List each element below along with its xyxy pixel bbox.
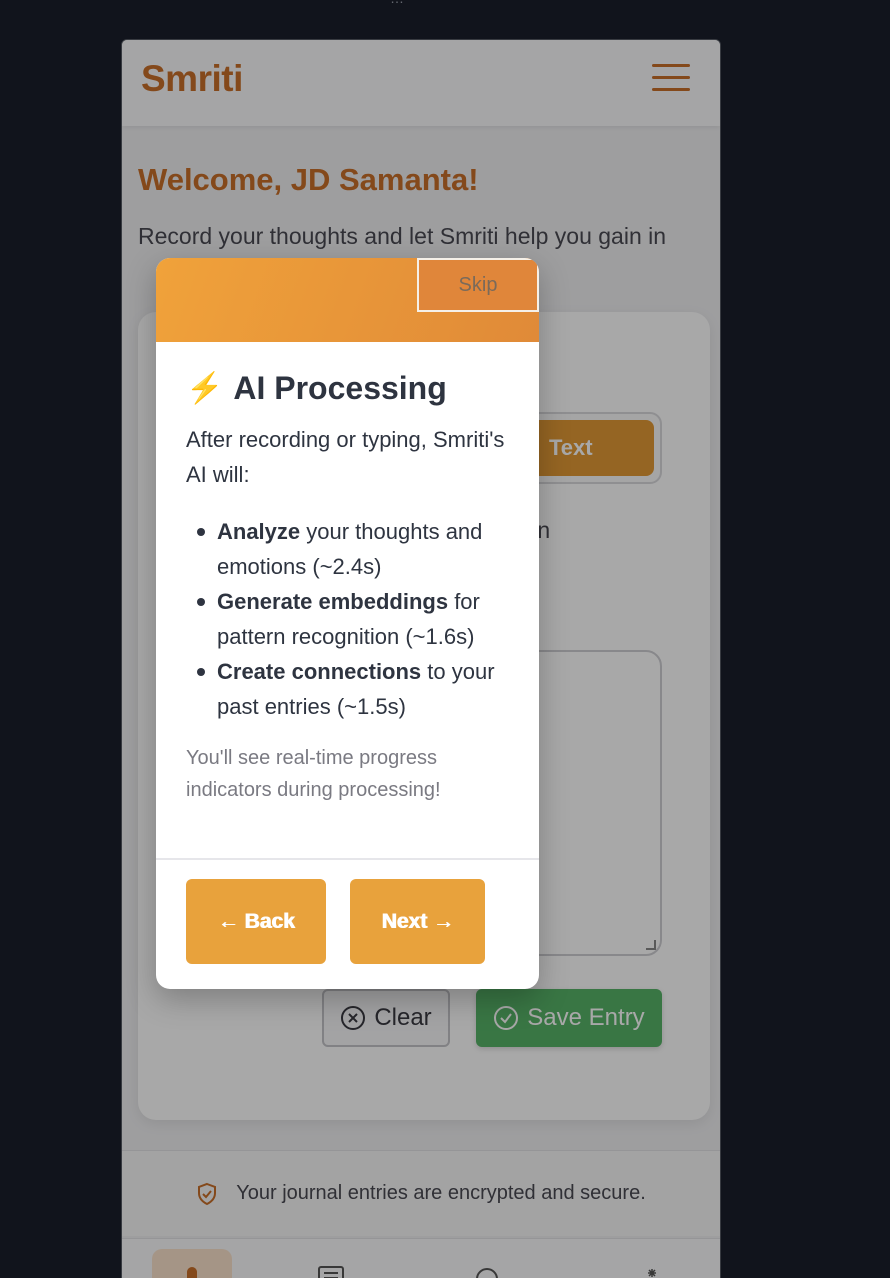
next-button[interactable]: Next → <box>350 879 485 964</box>
modal-header: Skip <box>156 258 539 342</box>
list-item: Generate embeddings for pattern recognit… <box>186 584 516 654</box>
modal-title-text: AI Processing <box>233 370 447 406</box>
onboarding-modal: Skip ⚡ AI Processing After recording or … <box>156 258 539 989</box>
back-button[interactable]: ← Back <box>186 879 326 964</box>
feature-list: Analyze your thoughts and emotions (~2.4… <box>186 514 516 724</box>
modal-divider <box>156 858 539 860</box>
bolt-icon: ⚡ <box>186 372 224 405</box>
modal-intro: After recording or typing, Smriti's AI w… <box>186 427 505 487</box>
list-item: Analyze your thoughts and emotions (~2.4… <box>186 514 516 584</box>
skip-button[interactable]: Skip <box>417 258 539 312</box>
modal-note: You'll see real-time progress indicators… <box>186 747 441 801</box>
modal-title: ⚡ AI Processing <box>186 370 447 407</box>
list-item: Create connections to your past entries … <box>186 654 516 724</box>
